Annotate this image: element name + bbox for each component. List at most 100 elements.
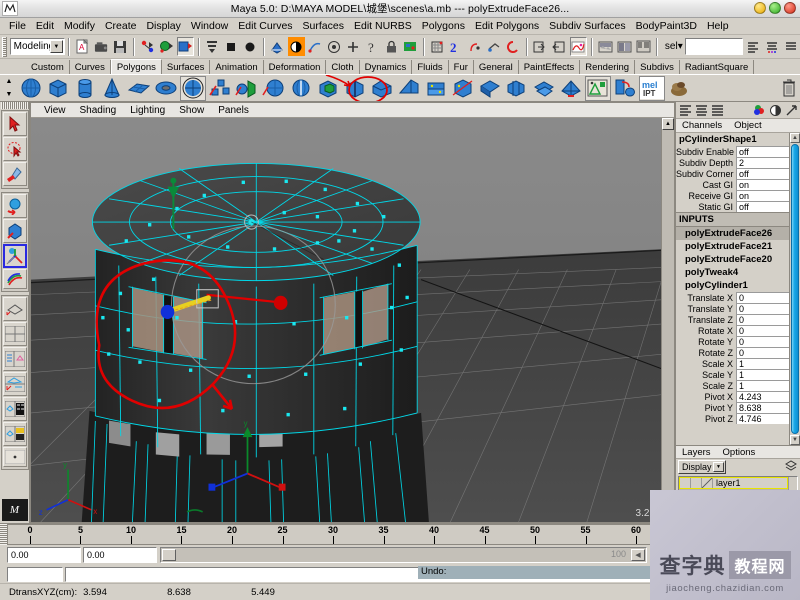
mask-hierarchy-icon[interactable] xyxy=(203,37,221,56)
poly-plane-icon[interactable] xyxy=(126,75,152,101)
open-scene-icon[interactable] xyxy=(92,37,110,56)
shelf-tab-deformation[interactable]: Deformation xyxy=(264,60,327,74)
poly-split-icon[interactable] xyxy=(423,75,449,101)
viewport-menu-shading[interactable]: Shading xyxy=(73,105,124,116)
menu-subdiv-surfaces[interactable]: Subdiv Surfaces xyxy=(544,19,630,33)
blank-layout[interactable] xyxy=(2,447,27,467)
construction-help-icon[interactable]: ? xyxy=(363,37,381,56)
mask-object-icon[interactable] xyxy=(222,37,240,56)
attribute-editor-view-icon[interactable] xyxy=(694,103,709,118)
shelf-tab-subdivs[interactable]: Subdivs xyxy=(635,60,680,74)
render-sequence-icon[interactable] xyxy=(550,37,568,56)
render-settings-icon[interactable] xyxy=(615,37,633,56)
hypergraph-icon[interactable] xyxy=(428,37,446,56)
toolbox-grip[interactable] xyxy=(0,102,29,109)
channel-value[interactable]: off xyxy=(736,201,789,212)
menu-modify[interactable]: Modify xyxy=(59,19,100,33)
current-frame-input[interactable]: 0.00 xyxy=(744,526,800,543)
poly-triangulate-icon[interactable] xyxy=(558,75,584,101)
channel-value[interactable]: 1 xyxy=(736,369,789,380)
poly-bevel-icon[interactable] xyxy=(369,75,395,101)
poly-transfer-icon[interactable] xyxy=(612,75,638,101)
color-swatch-icon[interactable] xyxy=(752,103,767,118)
menu-display[interactable]: Display xyxy=(141,19,185,33)
menuset-selector[interactable]: Modeling ▼ xyxy=(9,38,65,55)
hypershade-icon[interactable] xyxy=(634,37,652,56)
tab-options[interactable]: Options xyxy=(717,447,762,458)
range-end-input[interactable]: 100.00 xyxy=(726,547,800,563)
poly-sphere-icon[interactable] xyxy=(18,75,44,101)
render-globals-icon[interactable] xyxy=(401,37,419,56)
tab-channels[interactable]: Channels xyxy=(676,120,728,131)
time-slider-grip[interactable] xyxy=(0,524,7,545)
scroll-up-icon[interactable]: ▲ xyxy=(790,133,800,143)
channel-value[interactable]: 1 xyxy=(736,358,789,369)
channel-value[interactable]: 2 xyxy=(736,157,789,168)
poly-cone-icon[interactable] xyxy=(99,75,125,101)
booleans-icon[interactable] xyxy=(261,75,287,101)
persp-outliner-layout[interactable] xyxy=(2,347,27,371)
channelbox-scrollbar[interactable]: ▲ ▼ xyxy=(789,133,800,445)
snap-grid-icon[interactable] xyxy=(268,37,286,56)
input-node-polyextrudeface21[interactable]: polyExtrudeFace21 xyxy=(676,240,789,253)
tab-object[interactable]: Object xyxy=(728,120,767,131)
scroll-up-icon[interactable]: ▲ xyxy=(662,118,674,130)
channel-value[interactable]: 0 xyxy=(736,292,789,303)
menu-edit-nurbs[interactable]: Edit NURBS xyxy=(349,19,417,33)
channel-value[interactable]: on xyxy=(736,190,789,201)
rotate-tool[interactable] xyxy=(2,194,27,218)
channel-value[interactable]: 0 xyxy=(736,347,789,358)
selection-name-input[interactable] xyxy=(684,38,744,55)
shelf-tab-custom[interactable]: Custom xyxy=(26,60,70,74)
menu-bodypaint3d[interactable]: BodyPaint3D xyxy=(631,19,702,33)
shelf-tab-fur[interactable]: Fur xyxy=(449,60,474,74)
anim-end-input[interactable]: 100.00 xyxy=(650,547,724,563)
menu-surfaces[interactable]: Surfaces xyxy=(298,19,349,33)
range-start-input[interactable]: 0.00 xyxy=(7,547,81,563)
channel-value[interactable]: 0 xyxy=(736,314,789,325)
range-slider-bar[interactable]: 100 ◀ xyxy=(160,547,647,563)
input-node-polyextrudeface20[interactable]: polyExtrudeFace20 xyxy=(676,253,789,266)
minimize-button[interactable] xyxy=(754,2,766,14)
poly-extrude-face-icon[interactable] xyxy=(315,75,341,101)
channel-value[interactable]: 0 xyxy=(736,303,789,314)
layer-list-scrollbar[interactable] xyxy=(788,477,797,520)
mask-component-icon[interactable] xyxy=(241,37,259,56)
channel-value[interactable]: off xyxy=(736,168,789,179)
menu-create[interactable]: Create xyxy=(100,19,142,33)
shelf-tab-fluids[interactable]: Fluids xyxy=(412,60,449,74)
menu-polygons[interactable]: Polygons xyxy=(417,19,470,33)
viewport-menu-panels[interactable]: Panels xyxy=(211,105,256,116)
combine-icon[interactable] xyxy=(207,75,233,101)
viewport-menu-view[interactable]: View xyxy=(37,105,73,116)
persp-render-layout[interactable] xyxy=(2,422,27,446)
shelf-tab-surfaces[interactable]: Surfaces xyxy=(162,60,211,74)
construction-history-icon[interactable] xyxy=(504,37,522,56)
poly-collapse-icon[interactable] xyxy=(531,75,557,101)
poly-uv-icon[interactable] xyxy=(585,75,611,101)
scrollbar-thumb[interactable] xyxy=(791,144,799,434)
layer-visibility-cell[interactable] xyxy=(680,478,691,488)
tab-layers[interactable]: Layers xyxy=(676,447,717,458)
statusline-grip[interactable] xyxy=(2,36,7,57)
tool-settings-view-icon[interactable] xyxy=(710,103,725,118)
select-by-object-icon[interactable] xyxy=(157,37,175,56)
shelf-tab-painteffects[interactable]: PaintEffects xyxy=(519,60,581,74)
maximize-button[interactable] xyxy=(769,2,781,14)
close-button[interactable] xyxy=(784,2,796,14)
layer-shading-cell[interactable] xyxy=(702,478,713,488)
shelf-tab-dynamics[interactable]: Dynamics xyxy=(360,60,413,74)
shelf-tab-general[interactable]: General xyxy=(474,60,519,74)
snap-point-icon[interactable] xyxy=(306,37,324,56)
viewport-vertical-scrollbar[interactable]: ▲ ▼ xyxy=(661,118,674,522)
layer-mode-selector[interactable]: Display ▼ xyxy=(678,460,726,474)
layer-list[interactable]: layer1 xyxy=(678,476,798,521)
show-channel-box-icon[interactable] xyxy=(744,37,762,56)
shelf-tab-curves[interactable]: Curves xyxy=(70,60,111,74)
save-scene-icon[interactable] xyxy=(111,37,129,56)
menu-file[interactable]: File xyxy=(4,19,31,33)
lasso-select-tool[interactable] xyxy=(2,137,27,161)
channel-value[interactable]: 8.638 xyxy=(736,402,789,413)
menu-help[interactable]: Help xyxy=(702,19,734,33)
shelf-tab-radiantsquare[interactable]: RadiantSquare xyxy=(680,60,755,74)
